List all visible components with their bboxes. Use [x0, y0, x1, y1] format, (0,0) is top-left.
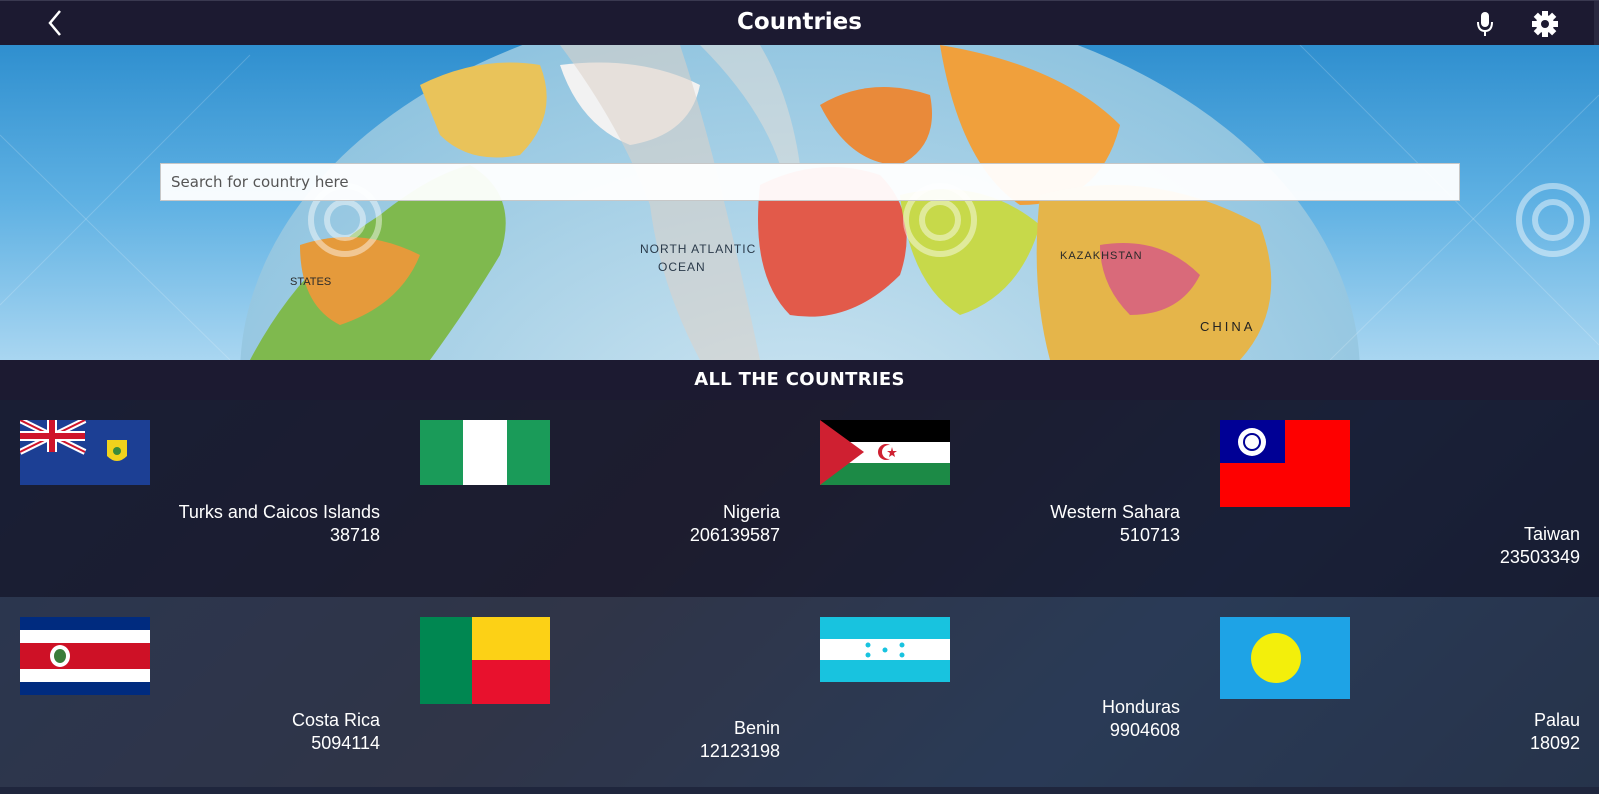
scrollbar[interactable] — [1594, 1, 1599, 46]
country-card[interactable]: Palau 18092 — [1200, 597, 1599, 794]
honduras-flag-icon — [820, 617, 950, 682]
palau-flag-icon — [1220, 617, 1350, 699]
country-population: 23503349 — [1499, 547, 1580, 567]
globe-image: NORTH ATLANTIC OCEAN KAZAKHSTAN CHINA ST… — [0, 45, 1599, 360]
taiwan-flag-icon — [1220, 420, 1350, 507]
hero-banner: NORTH ATLANTIC OCEAN KAZAKHSTAN CHINA ST… — [0, 45, 1599, 360]
section-title: ALL THE COUNTRIES — [0, 360, 1599, 400]
page-title: Countries — [737, 9, 862, 35]
country-population: 12123198 — [699, 741, 780, 761]
country-name: Taiwan — [1523, 524, 1580, 544]
western-sahara-flag-icon — [820, 420, 950, 485]
settings-button[interactable] — [1530, 9, 1560, 39]
country-card[interactable]: Taiwan 23503349 — [1200, 400, 1599, 597]
gear-icon — [1532, 11, 1558, 37]
microphone-icon — [1477, 12, 1493, 36]
country-population: 38718 — [329, 525, 380, 545]
country-name: Nigeria — [722, 502, 780, 522]
country-name: Honduras — [1101, 697, 1180, 717]
country-name: Costa Rica — [291, 710, 380, 730]
country-name: Western Sahara — [1050, 502, 1180, 522]
country-card[interactable]: Nigeria 206139587 — [400, 400, 800, 597]
country-population: 206139587 — [689, 525, 780, 545]
country-card[interactable]: Western Sahara 510713 — [800, 400, 1200, 597]
country-name: Palau — [1533, 710, 1580, 730]
country-name: Benin — [733, 718, 780, 738]
country-population: 510713 — [1119, 525, 1180, 545]
map-label: OCEAN — [658, 260, 706, 274]
country-card[interactable]: Costa Rica 5094114 — [0, 597, 400, 794]
voice-search-button[interactable] — [1470, 9, 1500, 39]
country-name: Turks and Caicos Islands — [178, 502, 380, 522]
nigeria-flag-icon — [420, 420, 550, 485]
country-grid: Turks and Caicos Islands 38718 Nigeria 2… — [0, 400, 1599, 794]
map-label: KAZAKHSTAN — [1060, 250, 1143, 262]
country-population: 9904608 — [1109, 720, 1180, 740]
country-card[interactable]: Benin 12123198 — [400, 597, 800, 794]
map-label: STATES — [290, 276, 331, 288]
country-card[interactable]: Honduras 9904608 — [800, 597, 1200, 794]
turks-and-caicos-flag-icon — [20, 420, 150, 485]
costa-rica-flag-icon — [20, 617, 150, 695]
search-input[interactable] — [160, 163, 1460, 201]
country-card[interactable]: Turks and Caicos Islands 38718 — [0, 400, 400, 597]
app-bar: Countries — [0, 0, 1599, 46]
map-label: NORTH ATLANTIC — [640, 242, 756, 256]
country-population: 5094114 — [311, 733, 380, 753]
map-label: CHINA — [1200, 319, 1255, 334]
benin-flag-icon — [420, 617, 550, 704]
country-population: 18092 — [1529, 733, 1580, 753]
